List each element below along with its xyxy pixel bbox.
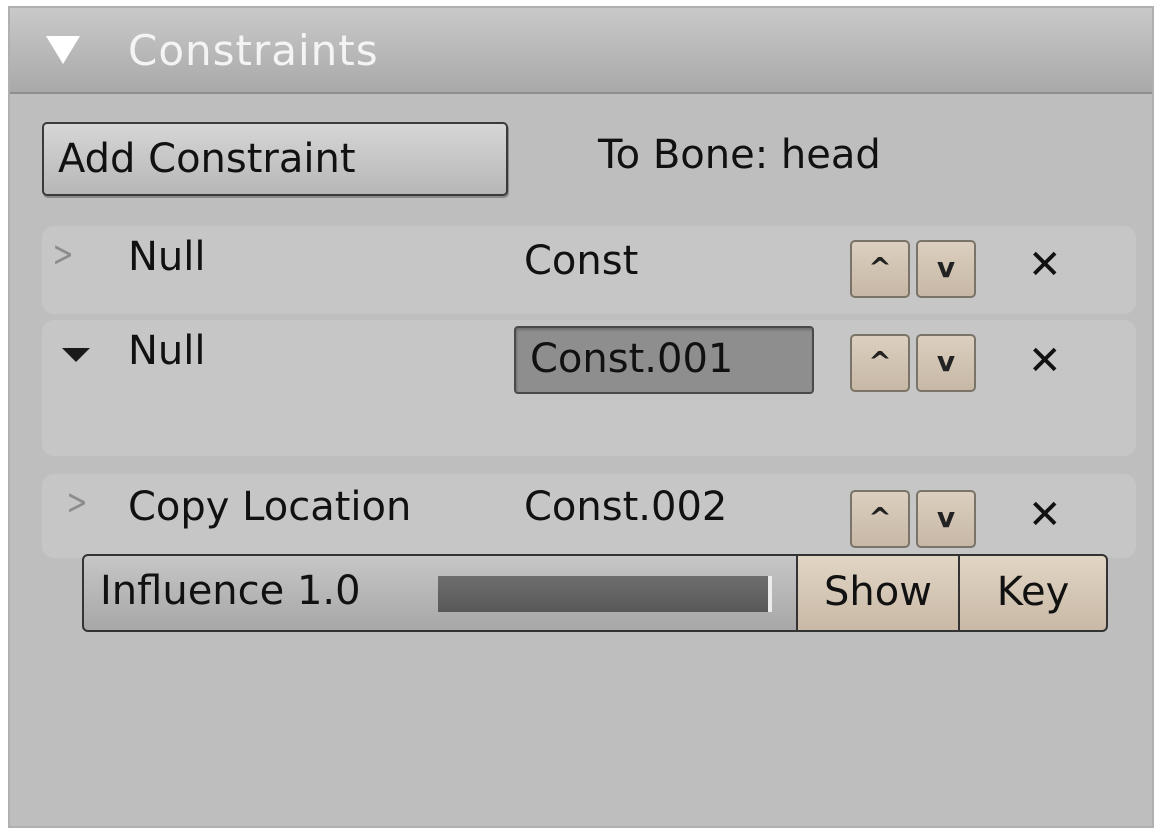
move-up-button[interactable]: ^: [850, 334, 910, 392]
panel-header[interactable]: Constraints: [10, 8, 1152, 94]
constraint-name-label[interactable]: Const: [524, 238, 638, 284]
expand-chevron-icon[interactable]: >: [53, 234, 74, 275]
move-down-button[interactable]: v: [916, 490, 976, 548]
influence-track[interactable]: [438, 576, 772, 612]
expand-chevron-icon[interactable]: >: [67, 482, 88, 523]
constraint-type-label: Copy Location: [128, 484, 412, 530]
influence-label: Influence 1.0: [100, 568, 361, 614]
influence-fill: [438, 576, 768, 612]
move-down-button[interactable]: v: [916, 240, 976, 298]
show-button[interactable]: Show: [796, 554, 960, 632]
delete-constraint-icon[interactable]: ✕: [1028, 492, 1062, 538]
panel-title: Constraints: [128, 26, 379, 75]
constraint-name-label[interactable]: Const.002: [524, 484, 727, 530]
constraint-type-label: Null: [128, 234, 206, 280]
influence-slider[interactable]: Influence 1.0: [82, 554, 798, 632]
constraints-panel: Constraints Add Constraint To Bone: head…: [8, 6, 1154, 828]
delete-constraint-icon[interactable]: ✕: [1028, 242, 1062, 288]
move-up-button[interactable]: ^: [850, 240, 910, 298]
constraint-name-field[interactable]: Const.001: [514, 326, 814, 394]
delete-constraint-icon[interactable]: ✕: [1028, 338, 1062, 384]
key-button[interactable]: Key: [958, 554, 1108, 632]
to-bone-label: To Bone: head: [598, 132, 881, 178]
collapse-triangle-icon[interactable]: [46, 36, 80, 64]
expanded-triangle-icon[interactable]: [62, 348, 90, 362]
move-down-button[interactable]: v: [916, 334, 976, 392]
add-constraint-button[interactable]: Add Constraint: [42, 122, 508, 196]
move-up-button[interactable]: ^: [850, 490, 910, 548]
constraint-type-label: Null: [128, 328, 206, 374]
